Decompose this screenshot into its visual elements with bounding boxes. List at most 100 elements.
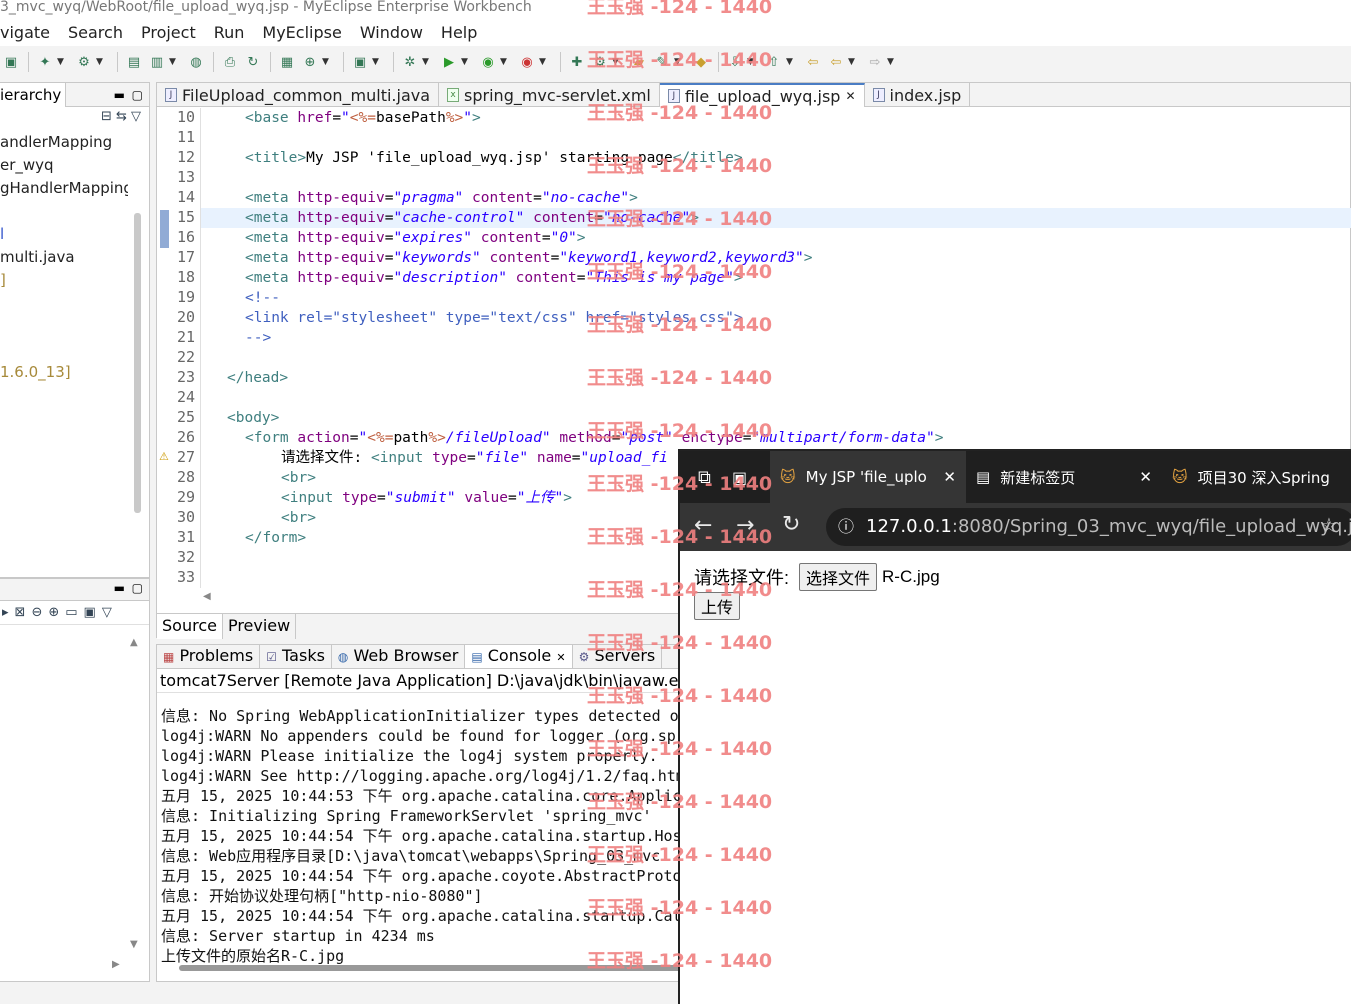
tab-web-browser[interactable]: ◍ Web Browser [332,645,466,668]
dropdown-arrow-icon[interactable]: ▼ [461,57,471,67]
watermark-text: 王玉强 -124 - 1440 [587,208,773,230]
scroll-right-icon[interactable]: ▶ [112,959,120,970]
last-edit-icon[interactable]: ⇦ [802,51,824,73]
tab-source[interactable]: Source [157,614,223,639]
watermark-text: 王玉强 -124 - 1440 [587,473,773,495]
back-icon[interactable]: ⇦ [825,51,847,73]
menu-window[interactable]: Window [351,23,432,42]
tab-preview[interactable]: Preview [223,614,297,639]
tree-item[interactable]: l [0,223,128,246]
dropdown-arrow-icon[interactable]: ▼ [322,57,332,67]
close-icon[interactable]: ✕ [845,89,855,103]
watermark-text: 王玉强 -124 - 1440 [587,791,773,813]
run-icon[interactable]: ▶ [438,51,460,73]
deploy-icon[interactable]: ⚙ [73,51,95,73]
zoom-fit-icon[interactable]: ⊠ [15,605,26,620]
maximize-icon[interactable]: ▢ [132,83,143,107]
close-icon[interactable]: ✕ [943,468,956,486]
view-menu-icon[interactable]: ▽ [102,605,112,620]
deploy-project-icon[interactable]: ▥ [146,51,168,73]
tree-item[interactable]: ] [0,269,128,292]
tree-item[interactable]: er_wyq [0,154,128,177]
close-icon[interactable]: ✕ [556,651,565,664]
tree-item[interactable] [0,200,128,223]
tree-item[interactable]: andlerMapping [0,131,128,154]
panel-tab[interactable]: ierarchy [0,83,67,107]
dropdown-arrow-icon[interactable]: ▼ [500,57,510,67]
dropdown-arrow-icon[interactable]: ▼ [786,57,796,67]
url-path: :8080/Spring_03_mvc_wyq/file_upload_wyq.… [951,516,1351,537]
minimize-icon[interactable]: ▬ [114,581,125,595]
browser-tab-active[interactable]: 🐱 My JSP 'file_uploa ✕ [770,451,966,503]
print-icon[interactable]: ⎙ [219,51,241,73]
new-wizard-icon[interactable]: ✦ [34,51,56,73]
watermark-text: 王玉强 -124 - 1440 [587,738,773,760]
tree-item[interactable]: gHandlerMapping [0,177,128,200]
refresh-icon[interactable]: ↻ [242,51,264,73]
dropdown-arrow-icon[interactable]: ▼ [372,57,382,67]
tree-item[interactable]: 1.6.0_13] [0,361,128,384]
debug-icon[interactable]: ✲ [399,51,421,73]
open-type-icon[interactable]: ▣ [349,51,371,73]
favorite-star-icon[interactable]: ☆ [1320,513,1338,537]
run-config-icon[interactable]: ◉ [477,51,499,73]
menu-search[interactable]: Search [59,23,132,42]
tree-item[interactable] [0,338,128,361]
close-icon[interactable]: ✕ [1139,468,1152,486]
view-menu-icon[interactable]: ⊟ ⇆ ▽ [101,109,141,124]
forward-icon[interactable]: ⇨ [864,51,886,73]
dropdown-arrow-icon[interactable]: ▼ [96,57,106,67]
browser-tab-new[interactable]: ▤ 新建标签页 ✕ [966,451,1162,503]
tab-tasks[interactable]: ☑ Tasks [260,645,332,668]
toolbar-icon[interactable]: ▣ [0,51,22,73]
tree-item[interactable] [0,292,128,315]
zoom-out-icon[interactable]: ⊖ [31,605,42,620]
zoom-100-icon[interactable]: ▭ [65,605,77,620]
tree-item[interactable] [0,315,128,338]
browser-tab-project[interactable]: 🐱 项目30 深入Spring [1162,451,1342,503]
arrow-right-icon[interactable]: ▸ [2,605,9,620]
menu-project[interactable]: Project [132,23,205,42]
dropdown-arrow-icon[interactable]: ▼ [539,57,549,67]
zoom-in-icon[interactable]: ⊕ [48,605,59,620]
tab-problems[interactable]: ▦ Problems [157,645,261,668]
panel-header: ierarchy ▬ ▢ [0,83,149,107]
page-content: 请选择文件: 选择文件 R-C.jpg 上传 [680,551,1351,1001]
external-tools-icon[interactable]: ◉ [516,51,538,73]
line-number: 21 [176,328,195,346]
dropdown-arrow-icon[interactable]: ▼ [422,57,432,67]
new-class-icon[interactable]: ▦ [276,51,298,73]
tab-console[interactable]: ▤ Console ✕ [465,645,573,668]
scroll-down-icon[interactable]: ▼ [130,939,138,950]
tab-fileupload-java[interactable]: J FileUpload_common_multi.java [157,83,440,107]
menu-bar: vigate Search Project Run MyEclipse Wind… [0,18,1351,46]
fit-page-icon[interactable]: ▣ [84,605,96,620]
new-server-icon[interactable]: ✚ [566,51,588,73]
dropdown-arrow-icon[interactable]: ▼ [57,57,67,67]
tree-item[interactable]: multi.java [0,246,128,269]
address-bar[interactable]: ⓘ 127.0.0.1:8080/Spring_03_mvc_wyq/file_… [826,508,1351,546]
menu-help[interactable]: Help [432,23,486,42]
server-icon[interactable]: ▤ [123,51,145,73]
dropdown-arrow-icon[interactable]: ▼ [887,57,897,67]
browser-window: ⧉ ▣ 🐱 My JSP 'file_uploa ✕ ▤ 新建标签页 ✕ 🐱 项… [678,449,1351,1004]
menu-myeclipse[interactable]: MyEclipse [253,23,350,42]
reload-icon[interactable]: ↻ [782,512,800,537]
browser-toolbar: ← → ↻ ⓘ 127.0.0.1:8080/Spring_03_mvc_wyq… [680,503,1351,551]
watermark-text: 王玉强 -124 - 1440 [587,420,773,442]
scroll-left-icon[interactable]: ◀ [203,591,211,602]
maximize-icon[interactable]: ▢ [132,581,143,595]
minimize-icon[interactable]: ▬ [114,83,125,107]
vertical-scrollbar[interactable] [134,213,141,513]
choose-file-button[interactable]: 选择文件 [799,563,878,591]
dropdown-arrow-icon[interactable]: ▼ [169,57,179,67]
scroll-up-icon[interactable]: ▲ [130,637,138,648]
menu-run[interactable]: Run [205,23,254,42]
globe-icon: ◍ [337,650,349,664]
dropdown-arrow-icon[interactable]: ▼ [848,57,858,67]
menu-navigate[interactable]: vigate [0,23,59,42]
globe-icon[interactable]: ◍ [185,51,207,73]
search-web-icon[interactable]: ⊕ [299,51,321,73]
tab-index-jsp[interactable]: Jindex.jsp [865,83,971,107]
watermark-text: 王玉强 -124 - 1440 [587,49,773,71]
